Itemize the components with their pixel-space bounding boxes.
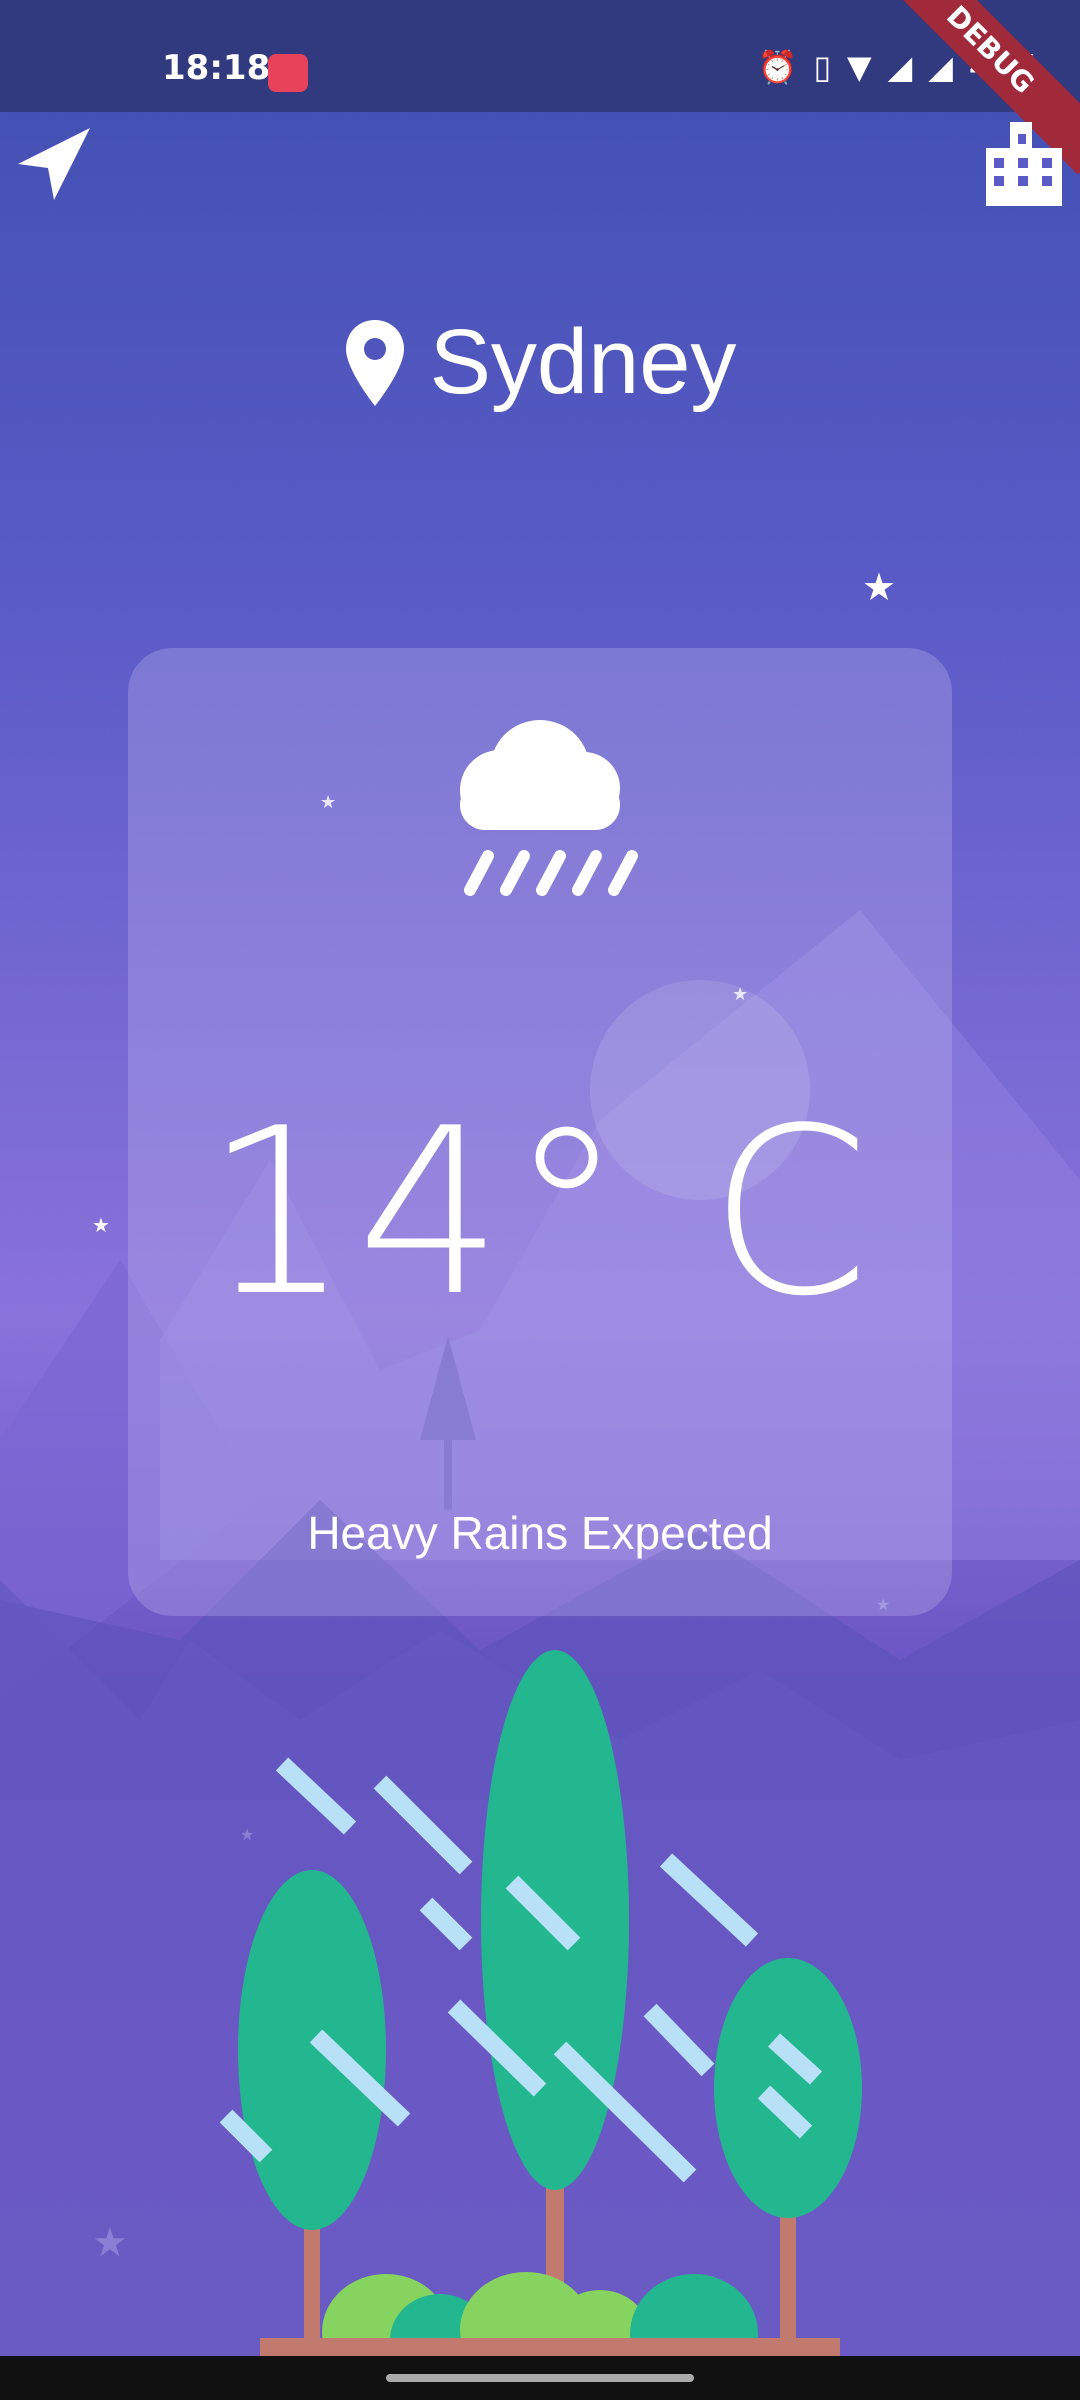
wifi-icon: ▼ bbox=[847, 48, 872, 86]
home-indicator[interactable] bbox=[386, 2374, 694, 2382]
star: ★ bbox=[240, 1825, 254, 1844]
temperature: 14° C bbox=[204, 1080, 876, 1347]
vibrate-icon: ▯ bbox=[813, 48, 832, 86]
city-icon[interactable] bbox=[982, 118, 1066, 206]
status-bar: 18:18 ⏰ ▯ ▼ ◢ ◢ 49% DEBUG bbox=[0, 0, 1080, 175]
status-time: 18:18 bbox=[162, 48, 271, 88]
signal-icon: ◢ bbox=[887, 48, 913, 86]
city-name: Sydney bbox=[429, 311, 737, 413]
weather-description: Heavy Rains Expected bbox=[307, 1507, 773, 1559]
alarm-icon: ⏰ bbox=[757, 48, 798, 86]
star: ★ bbox=[862, 565, 896, 609]
tree-trunk bbox=[780, 2200, 796, 2350]
signal-icon: ◢ bbox=[928, 48, 953, 86]
rain-cloud-icon bbox=[460, 720, 638, 896]
tree bbox=[238, 1870, 386, 2230]
navigation-icon[interactable] bbox=[14, 124, 94, 204]
tree bbox=[714, 1958, 862, 2218]
star: ★ bbox=[92, 2220, 128, 2266]
location-header: Sydney bbox=[0, 310, 1080, 415]
screen-record-icon bbox=[268, 54, 308, 92]
location-pin-icon bbox=[345, 319, 404, 406]
